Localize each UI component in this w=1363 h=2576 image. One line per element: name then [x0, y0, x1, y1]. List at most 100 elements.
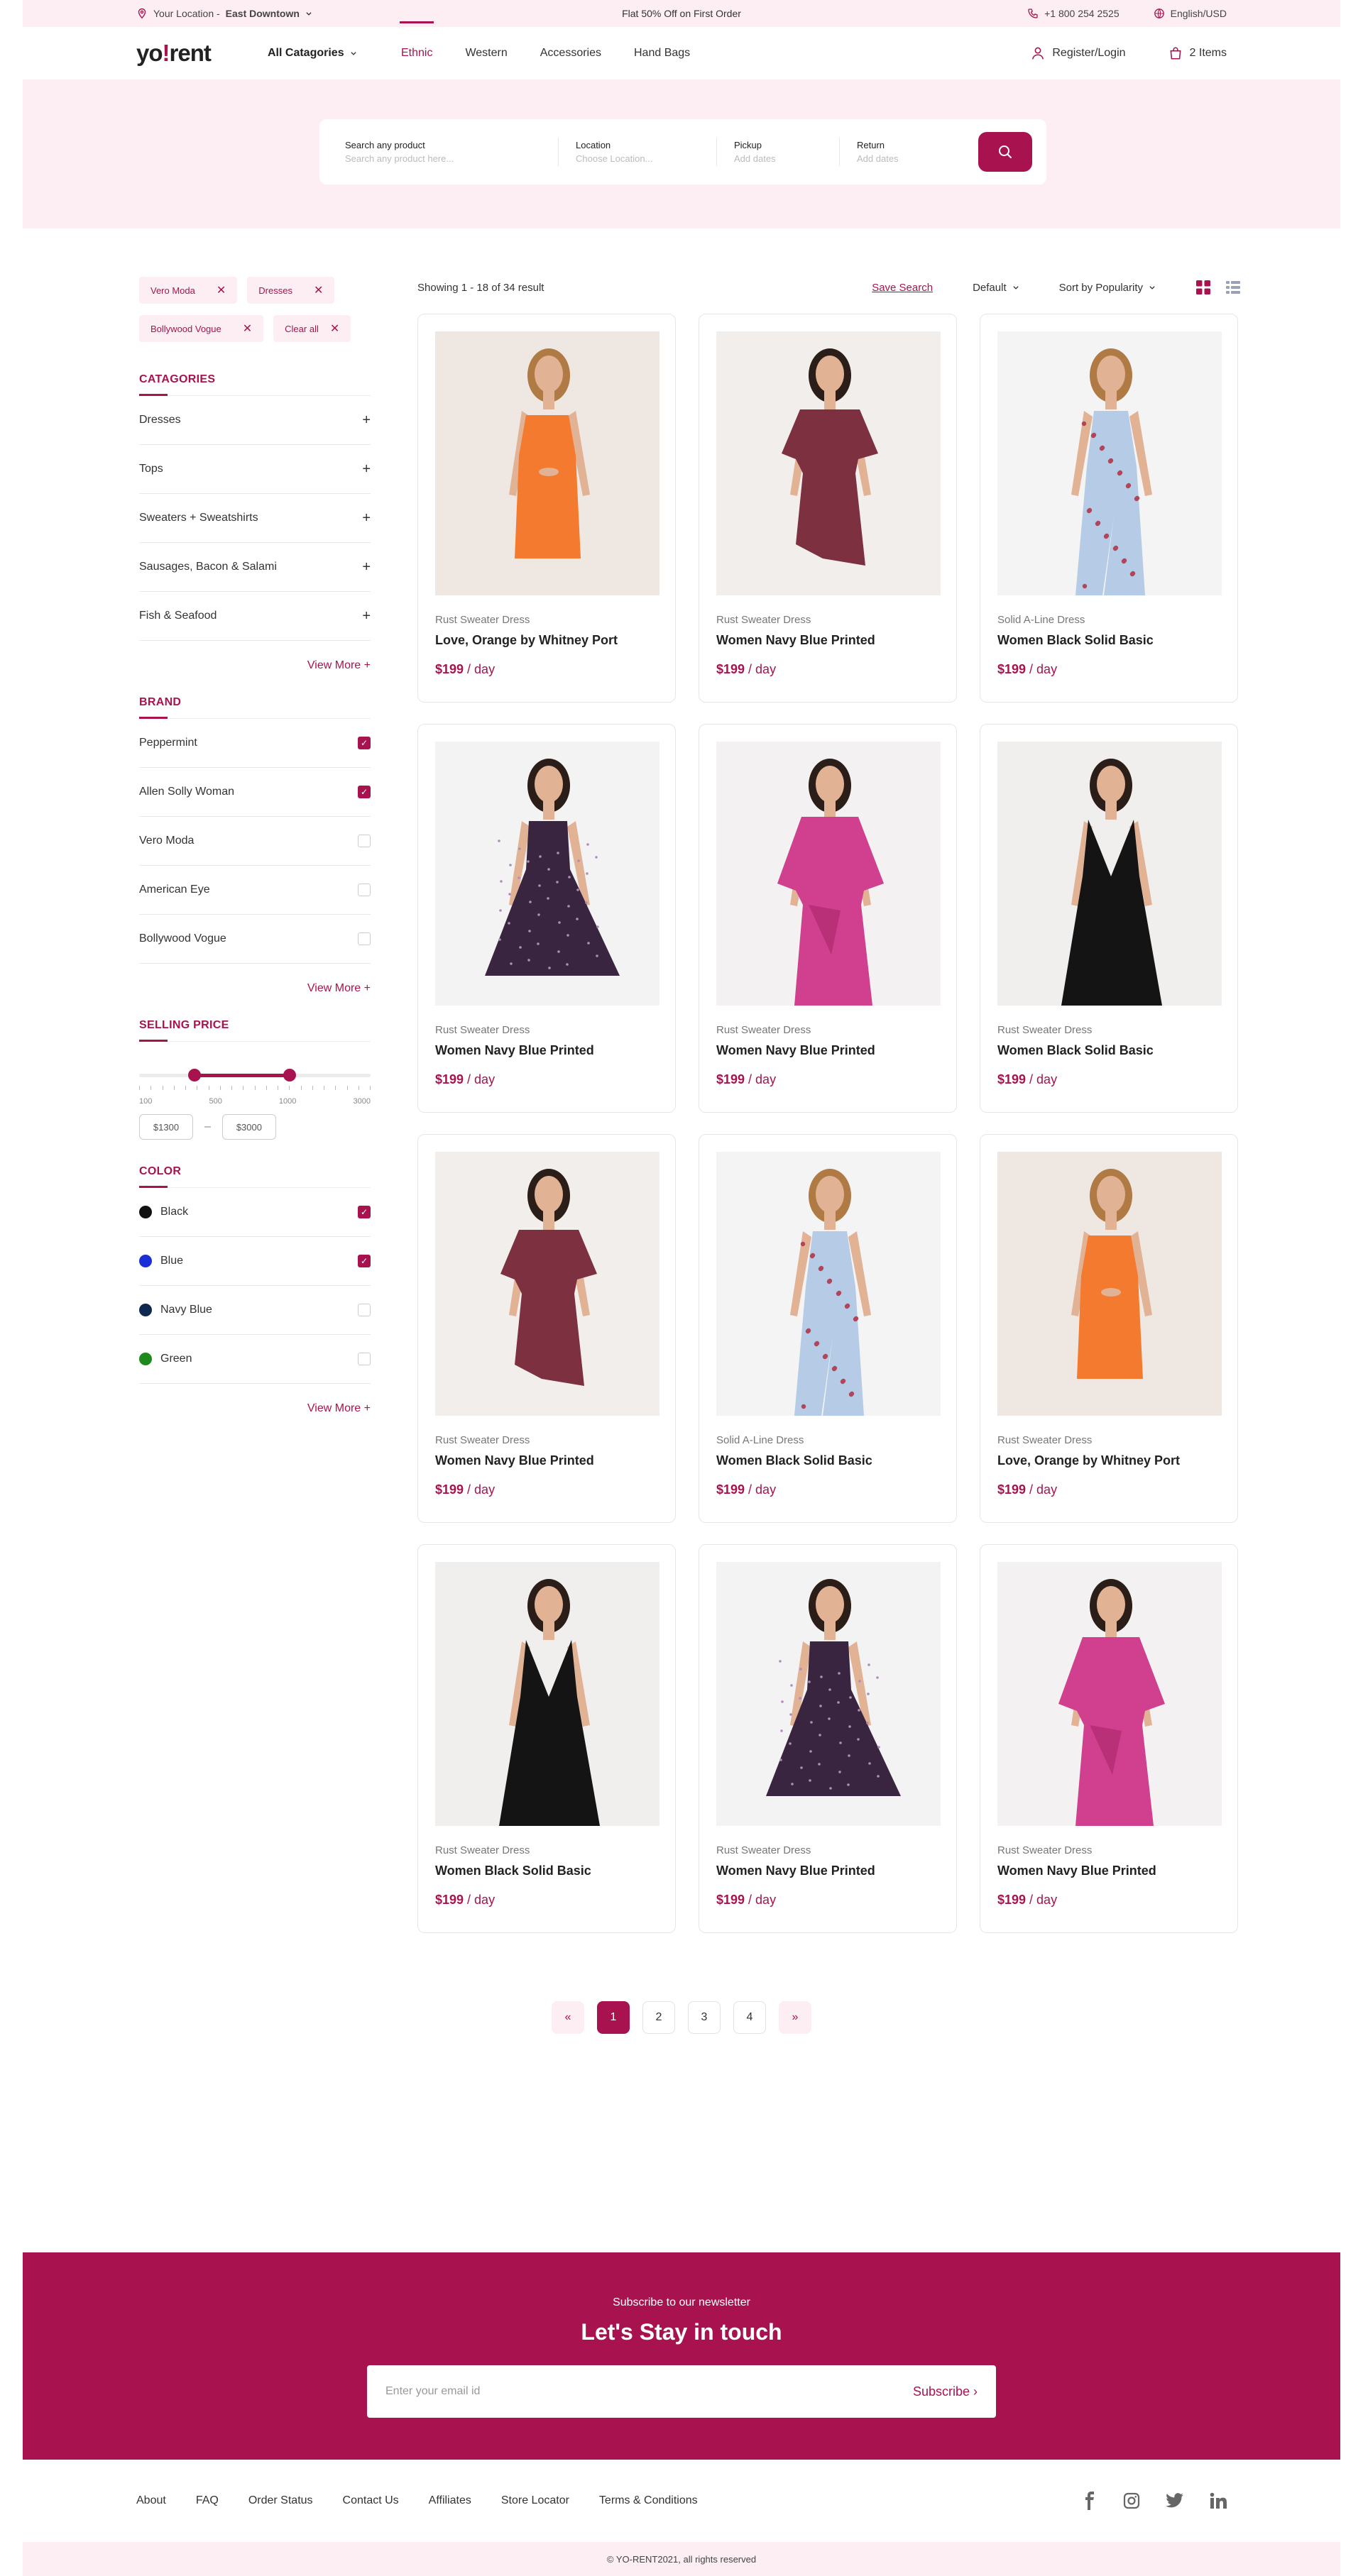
color-item[interactable]: Navy Blue: [139, 1286, 371, 1335]
brand-item[interactable]: Peppermint ✓: [139, 719, 371, 768]
product-image[interactable]: [716, 1152, 941, 1416]
language-selector[interactable]: English/USD: [1154, 8, 1227, 19]
product-name[interactable]: Women Navy Blue Printed: [997, 1864, 1220, 1878]
product-search-field[interactable]: Search any product Search any product he…: [345, 140, 558, 164]
return-field[interactable]: Return Add dates: [857, 140, 970, 164]
checkbox[interactable]: ✓: [358, 1206, 371, 1218]
color-item[interactable]: Black ✓: [139, 1188, 371, 1237]
price-max-input[interactable]: $3000: [221, 1114, 276, 1140]
filter-chip[interactable]: Vero Moda ✕: [139, 277, 238, 304]
product-name[interactable]: Women Black Solid Basic: [435, 1864, 658, 1878]
product-image[interactable]: [716, 1562, 941, 1826]
grid-view-icon[interactable]: [1195, 280, 1211, 295]
plus-icon[interactable]: +: [362, 461, 371, 478]
product-name[interactable]: Women Black Solid Basic: [997, 633, 1220, 648]
view-more-categories[interactable]: View More +: [139, 659, 371, 672]
return-input[interactable]: Add dates: [857, 153, 953, 164]
product-image[interactable]: [435, 1152, 659, 1416]
close-icon[interactable]: ✕: [243, 321, 252, 336]
product-name[interactable]: Women Navy Blue Printed: [435, 1453, 658, 1468]
brand-item[interactable]: American Eye: [139, 866, 371, 915]
clear-all-chip[interactable]: Clear all ✕: [273, 315, 351, 342]
email-input[interactable]: Enter your email id: [385, 2385, 480, 2398]
product-card[interactable]: Rust Sweater Dress Women Navy Blue Printe…: [417, 724, 676, 1113]
product-card[interactable]: Rust Sweater Dress Love, Orange by Whitne…: [417, 314, 676, 703]
view-more-brands[interactable]: View More +: [139, 982, 371, 995]
phone-contact[interactable]: +1 800 254 2525: [1027, 8, 1120, 19]
checkbox[interactable]: [358, 884, 371, 896]
footer-link[interactable]: About: [136, 2494, 166, 2507]
product-image[interactable]: [716, 742, 941, 1006]
checkbox[interactable]: [358, 1304, 371, 1316]
footer-link[interactable]: Order Status: [248, 2494, 313, 2507]
checkbox[interactable]: [358, 1353, 371, 1365]
product-card[interactable]: Rust Sweater Dress Love, Orange by Whitne…: [980, 1134, 1238, 1523]
checkbox[interactable]: ✓: [358, 737, 371, 749]
product-name[interactable]: Women Navy Blue Printed: [716, 633, 939, 648]
product-name[interactable]: Love, Orange by Whitney Port: [435, 633, 658, 648]
checkbox[interactable]: ✓: [358, 1255, 371, 1267]
product-image[interactable]: [716, 331, 941, 595]
product-name[interactable]: Women Navy Blue Printed: [716, 1043, 939, 1058]
product-image[interactable]: [435, 1562, 659, 1826]
price-slider[interactable]: 100 500 1000 3000: [139, 1060, 371, 1110]
category-item[interactable]: Sweaters + Sweatshirts +: [139, 494, 371, 543]
all-categories-dropdown[interactable]: All Catagories: [268, 47, 401, 60]
product-name[interactable]: Women Black Solid Basic: [716, 1453, 939, 1468]
checkbox[interactable]: ✓: [358, 786, 371, 798]
sort-dropdown[interactable]: Sort by Popularity: [1059, 282, 1156, 294]
product-card[interactable]: Rust Sweater Dress Women Navy Blue Printe…: [699, 314, 957, 703]
nav-western[interactable]: Western: [465, 47, 507, 60]
pickup-field[interactable]: Pickup Add dates: [734, 140, 839, 164]
plus-icon[interactable]: +: [362, 608, 371, 624]
product-image[interactable]: [997, 331, 1222, 595]
close-icon[interactable]: ✕: [330, 321, 339, 336]
product-card[interactable]: Rust Sweater Dress Women Black Solid Basi…: [417, 1544, 676, 1933]
checkbox[interactable]: [358, 932, 371, 945]
location-field[interactable]: Location Choose Location...: [576, 140, 716, 164]
product-card[interactable]: Rust Sweater Dress Women Navy Blue Printe…: [699, 1544, 957, 1933]
page-button[interactable]: 3: [688, 2001, 721, 2034]
prev-page-button[interactable]: «: [552, 2001, 584, 2034]
footer-link[interactable]: Store Locator: [501, 2494, 569, 2507]
footer-link[interactable]: FAQ: [196, 2494, 219, 2507]
product-card[interactable]: Solid A-Line Dress Women Black Solid Basi…: [980, 314, 1238, 703]
category-item[interactable]: Tops +: [139, 445, 371, 494]
product-image[interactable]: [435, 742, 659, 1006]
footer-link[interactable]: Affiliates: [429, 2494, 471, 2507]
facebook-icon[interactable]: [1082, 2492, 1097, 2510]
location-input[interactable]: Choose Location...: [576, 153, 699, 164]
footer-link[interactable]: Contact Us: [343, 2494, 399, 2507]
slider-handle-max[interactable]: [283, 1069, 296, 1081]
category-item[interactable]: Sausages, Bacon & Salami +: [139, 543, 371, 592]
close-icon[interactable]: ✕: [217, 283, 226, 297]
color-item[interactable]: Green: [139, 1335, 371, 1384]
save-search-link[interactable]: Save Search: [872, 282, 933, 294]
product-name[interactable]: Women Navy Blue Printed: [716, 1864, 939, 1878]
location-selector[interactable]: Your Location - East Downtown: [136, 8, 312, 19]
product-image[interactable]: [997, 1152, 1222, 1416]
register-login-link[interactable]: Register/Login: [1031, 46, 1126, 60]
slider-handle-min[interactable]: [188, 1069, 202, 1081]
product-card[interactable]: Rust Sweater Dress Women Navy Blue Printe…: [417, 1134, 676, 1523]
product-image[interactable]: [997, 1562, 1222, 1826]
page-button[interactable]: 4: [733, 2001, 766, 2034]
product-image[interactable]: [997, 742, 1222, 1006]
linkedin-icon[interactable]: [1210, 2492, 1227, 2509]
price-min-input[interactable]: $1300: [139, 1114, 193, 1140]
checkbox[interactable]: [358, 835, 371, 847]
product-image[interactable]: [435, 331, 659, 595]
page-button[interactable]: 1: [597, 2001, 630, 2034]
subscribe-button[interactable]: Subscribe ›: [913, 2384, 978, 2399]
filter-chip[interactable]: Dresses ✕: [247, 277, 335, 304]
footer-link[interactable]: Terms & Conditions: [599, 2494, 698, 2507]
category-item[interactable]: Fish & Seafood +: [139, 592, 371, 641]
category-item[interactable]: Dresses +: [139, 396, 371, 445]
product-name[interactable]: Women Navy Blue Printed: [435, 1043, 658, 1058]
search-button[interactable]: [978, 132, 1032, 172]
nav-hand-bags[interactable]: Hand Bags: [634, 47, 690, 60]
page-button[interactable]: 2: [642, 2001, 675, 2034]
color-item[interactable]: Blue ✓: [139, 1237, 371, 1286]
plus-icon[interactable]: +: [362, 510, 371, 527]
product-name[interactable]: Love, Orange by Whitney Port: [997, 1453, 1220, 1468]
